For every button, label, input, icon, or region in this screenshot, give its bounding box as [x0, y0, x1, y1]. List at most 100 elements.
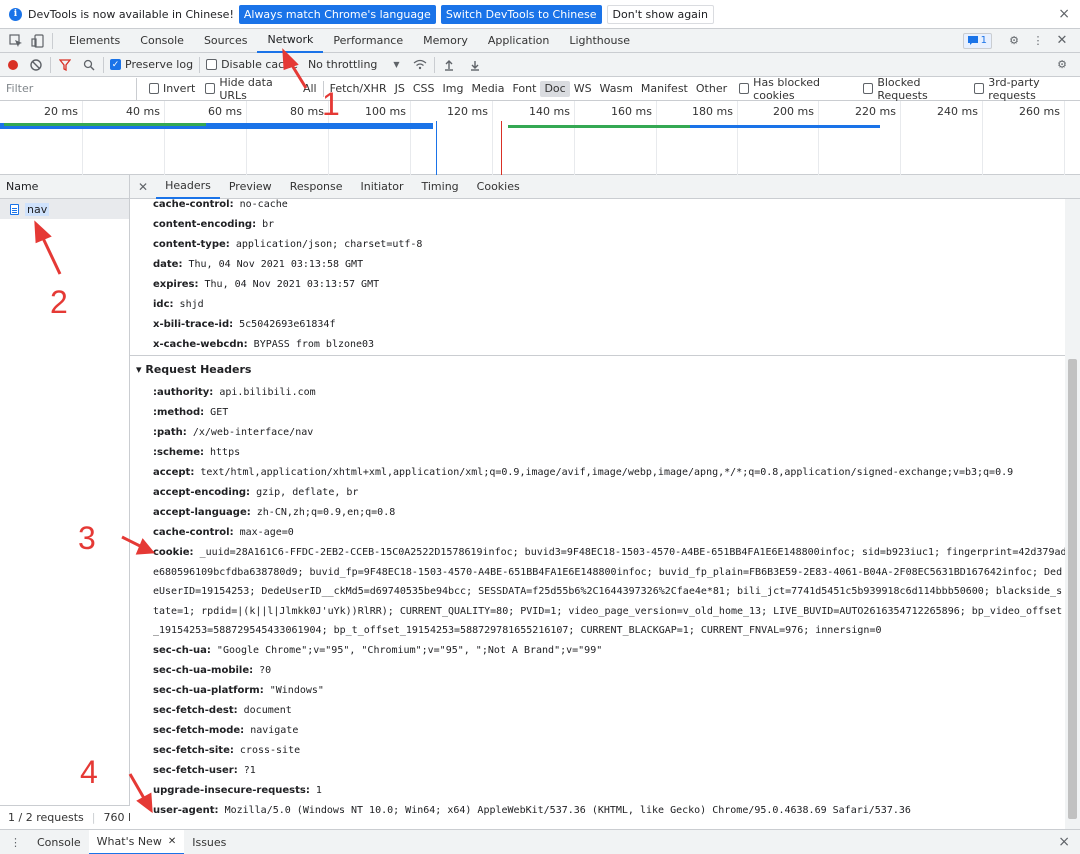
tab-response[interactable]: Response [281, 175, 352, 199]
filter-other[interactable]: Other [692, 81, 731, 97]
tab-initiator[interactable]: Initiator [352, 175, 413, 199]
tab-preview[interactable]: Preview [220, 175, 281, 199]
devtools-tabbar: Elements Console Sources Network Perform… [0, 29, 1080, 53]
close-details-icon[interactable]: ✕ [130, 180, 156, 194]
clear-icon[interactable] [28, 57, 44, 73]
filter-css[interactable]: CSS [409, 81, 439, 97]
filter-js[interactable]: JS [391, 81, 409, 97]
dont-show-again-button[interactable]: Don't show again [606, 4, 714, 24]
filter-img[interactable]: Img [438, 81, 467, 97]
switch-to-chinese-button[interactable]: Switch DevTools to Chinese [440, 4, 602, 24]
header-line: cache-control: no-cache [153, 199, 288, 210]
toolbar-divider [199, 56, 201, 73]
request-count: 1 / 2 requests [8, 811, 84, 824]
header-value: Thu, 04 Nov 2021 03:13:57 GMT [204, 279, 380, 290]
throttling-select[interactable]: No throttling [308, 58, 377, 71]
timeline-tick-label: 160 ms [611, 105, 652, 118]
timeline-tick-label: 120 ms [447, 105, 488, 118]
invert-checkbox[interactable] [148, 83, 159, 94]
tab-cookies[interactable]: Cookies [468, 175, 529, 199]
cookie-value-line: e680596109bcfdba638780d9; buvid_fp=9F48E… [153, 566, 1063, 578]
filter-ws[interactable]: WS [570, 81, 596, 97]
drawer-tab-console[interactable]: Console [29, 830, 89, 854]
filter-icon[interactable] [57, 57, 73, 73]
header-line: date: Thu, 04 Nov 2021 03:13:58 GMT [153, 259, 363, 270]
header-value: GET [210, 407, 229, 418]
annotation-number-3: 3 [78, 520, 96, 556]
more-options-icon[interactable]: ⋮ [1030, 33, 1046, 49]
header-line: sec-fetch-site: cross-site [153, 745, 300, 756]
tab-lighthouse[interactable]: Lighthouse [559, 29, 640, 53]
tab-network[interactable]: Network [257, 29, 324, 53]
drawer-tab-whats-new[interactable]: What's New ✕ [88, 829, 185, 854]
close-devtools-icon[interactable]: ✕ [1054, 33, 1070, 49]
device-toolbar-icon[interactable] [30, 33, 46, 49]
filter-wasm[interactable]: Wasm [596, 81, 637, 97]
search-icon[interactable] [81, 57, 97, 73]
filter-manifest[interactable]: Manifest [637, 81, 692, 97]
header-value: _uuid=28A161C6-FFDC-2EB2-CCEB-15C0A2522D… [199, 547, 1065, 558]
filter-media[interactable]: Media [467, 81, 508, 97]
tab-performance[interactable]: Performance [323, 29, 413, 53]
close-tab-icon[interactable]: ✕ [168, 836, 176, 847]
throttling-dropdown-icon[interactable]: ▼ [393, 60, 399, 69]
header-line: user-agent: Mozilla/5.0 (Windows NT 10.0… [153, 805, 911, 816]
drawer-menu-icon[interactable]: ⋮ [10, 836, 21, 849]
scroll-thumb[interactable] [1068, 359, 1077, 819]
header-value: "Windows" [269, 685, 324, 696]
has-blocked-cookies-checkbox[interactable] [739, 83, 750, 94]
header-key: sec-fetch-site: [153, 745, 234, 756]
tab-application[interactable]: Application [478, 29, 559, 53]
name-column-header[interactable]: Name [0, 175, 129, 199]
header-key: cache-control: [153, 527, 234, 538]
request-row-nav[interactable]: nav [0, 199, 129, 219]
timeline-tick-label: 40 ms [126, 105, 160, 118]
request-headers-title[interactable]: ▾ Request Headers [136, 363, 251, 376]
header-key: idc: [153, 299, 174, 310]
network-conditions-icon[interactable] [412, 57, 428, 73]
third-party-requests-checkbox[interactable] [974, 83, 985, 94]
filter-doc[interactable]: Doc [540, 80, 570, 97]
load-event-marker [501, 121, 502, 175]
import-har-icon[interactable] [441, 57, 457, 73]
tab-headers[interactable]: Headers [156, 175, 220, 199]
timeline-overview[interactable]: 20 ms 40 ms 60 ms 80 ms 100 ms 120 ms 140 ms 16… [0, 101, 1080, 175]
scrollbar[interactable] [1065, 199, 1080, 829]
issues-badge[interactable]: 1 [962, 32, 992, 49]
tab-console[interactable]: Console [130, 29, 194, 53]
filter-input[interactable]: Filter [0, 77, 137, 100]
blocked-requests-checkbox[interactable] [863, 83, 874, 94]
filter-font[interactable]: Font [508, 81, 540, 97]
inspect-element-icon[interactable] [8, 33, 24, 49]
header-value: BYPASS from blzone03 [253, 339, 375, 350]
header-value: shjd [179, 299, 204, 310]
header-value: gzip, deflate, br [256, 487, 359, 498]
toolbar-divider [103, 56, 104, 73]
always-match-language-button[interactable]: Always match Chrome's language [238, 4, 436, 24]
infobar-message: DevTools is now available in Chinese! [28, 7, 234, 21]
tab-memory[interactable]: Memory [413, 29, 478, 53]
hide-data-urls-checkbox[interactable] [205, 83, 216, 94]
network-settings-gear-icon[interactable]: ⚙ [1054, 57, 1070, 73]
disable-cache-checkbox[interactable] [206, 59, 218, 70]
header-line: x-bili-trace-id: 5c5042693e61834f [153, 319, 335, 330]
header-key: x-bili-trace-id: [153, 319, 234, 330]
toolbar-divider [52, 32, 53, 49]
tab-sources[interactable]: Sources [194, 29, 258, 53]
filter-all[interactable]: All [299, 81, 321, 97]
settings-gear-icon[interactable]: ⚙ [1006, 33, 1022, 49]
request-details-panel: ✕ Headers Preview Response Initiator Tim… [130, 175, 1080, 829]
export-har-icon[interactable] [467, 57, 483, 73]
tab-timing[interactable]: Timing [412, 175, 467, 199]
drawer-tab-issues[interactable]: Issues [184, 830, 234, 854]
timeline-gridline [982, 101, 983, 175]
record-icon[interactable] [8, 59, 18, 70]
header-key: sec-fetch-user: [153, 765, 238, 776]
header-value: "Google Chrome";v="95", "Chromium";v="95… [216, 645, 603, 656]
close-icon[interactable]: × [1058, 6, 1070, 22]
cookie-value-line: eUserID=19154253; DedeUserID__ckMd5=d697… [153, 586, 1063, 597]
header-line: sec-fetch-dest: document [153, 705, 292, 716]
preserve-log-checkbox[interactable]: ✓ [110, 59, 121, 70]
tab-elements[interactable]: Elements [59, 29, 130, 53]
close-drawer-icon[interactable]: × [1058, 834, 1070, 850]
